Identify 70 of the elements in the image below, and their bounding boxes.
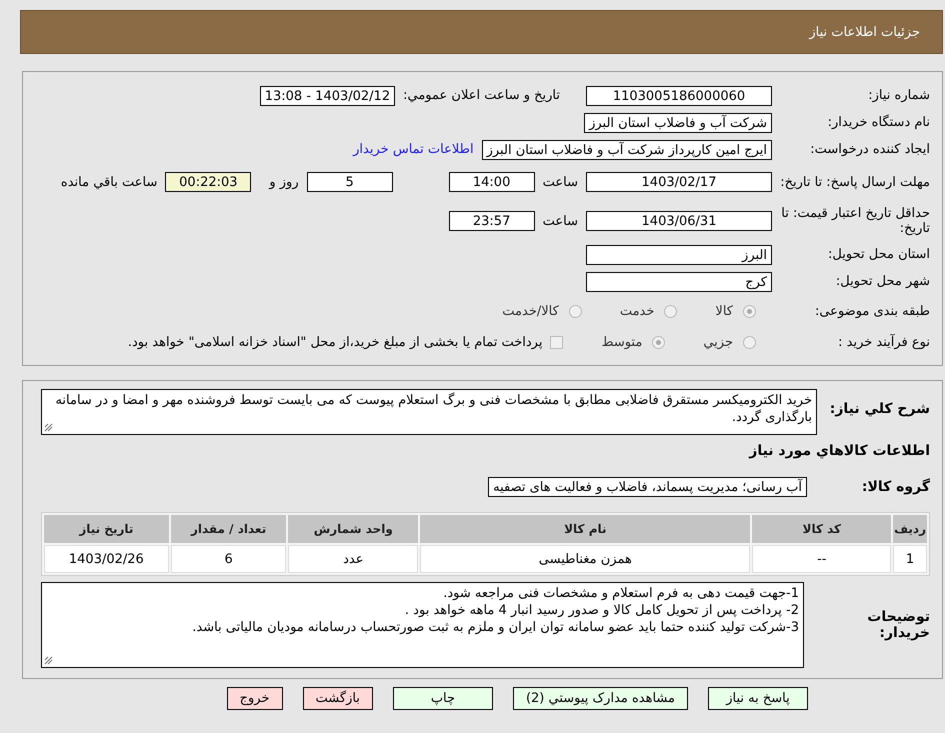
input-field: 14:00 [448, 172, 535, 192]
field-label: شماره نیاز: [867, 88, 930, 103]
note-line: 2- پرداخت پس از تحویل کامل کالا و صدور رسید انبار 4 ماهه خواهد بود . [404, 602, 799, 619]
table-cell: -- [752, 545, 892, 573]
note-line: 3-شرکت تولید کننده حتما باید عضو سامانه توان ایران و ملزم به ثبت صورتحساب درسامانه مودیان مالیاتی باشد. [191, 619, 799, 636]
field-label: ساعت [542, 174, 578, 190]
action-button[interactable]: مشاهده مدارک پیوستي (2) [512, 687, 688, 710]
radio-label: خدمت [620, 304, 654, 318]
page-title: جزئیات اطلاعات نیاز [809, 24, 920, 40]
column-header: واحد شمارش [288, 515, 418, 543]
radio-button[interactable] [743, 304, 756, 318]
table-cell: 1403/02/26 [44, 545, 169, 573]
input-field: 23:57 [448, 211, 535, 231]
field-label: مهلت ارسال پاسخ: تا تاریخ: [780, 174, 930, 190]
resize-grip-icon[interactable] [44, 423, 53, 432]
input-field: شرکت آب و فاضلاب استان البرز [584, 112, 772, 132]
input-field: آب رسانی؛ مدیریت پسماند، فاضلاب و فعالیت های تصفیه [488, 476, 807, 496]
checkbox-label: پرداخت تمام یا بخشی از مبلغ خرید،از محل "اسناد خزانه اسلامی" خواهد بود. [128, 334, 542, 350]
checkbox[interactable] [550, 336, 564, 348]
action-button[interactable]: بازگشت [302, 687, 373, 710]
radio-label: کالا/خدمت [502, 304, 559, 318]
note-line: 1-جهت قیمت دهی به فرم استعلام و مشخصات فنی مراجعه شود. [442, 585, 799, 602]
table-cell: 6 [170, 545, 286, 573]
field-label: نوع فرآیند خرید : [837, 334, 930, 350]
table-cell: همزن مغناطیسی [420, 545, 750, 573]
action-button[interactable]: چاپ [392, 687, 493, 710]
input-field: ایرج امین کارپرداز شرکت آب و فاضلاب استان البرز [482, 140, 772, 160]
field-label: تاریخ و ساعت اعلان عمومي: [403, 88, 560, 103]
resize-grip-icon[interactable] [44, 656, 53, 665]
radio-label: کالا [715, 304, 733, 318]
action-button[interactable]: پاسخ به نیاز [708, 687, 808, 710]
input-field: کرج [586, 272, 772, 292]
field-label: گروه کالا: [860, 478, 930, 494]
table-cell: عدد [288, 545, 418, 573]
buyer-contact-link[interactable]: اطلاعات تماس خریدار [353, 142, 474, 157]
column-header: ردیف [893, 515, 927, 543]
table-cell: 1 [893, 545, 927, 573]
field-label: نام دستگاه خریدار: [826, 115, 930, 130]
text-area[interactable]: خرید الکترومیکسر مستقرق فاضلابی مطابق با مشخصات فنی و برگ استعلام پیوست که می بایست توسط فروشنده مهر و امضا و در سامانه بارگذاری گردد. [41, 389, 817, 435]
field-label: توضیحات خریدار: [866, 609, 930, 641]
radio-button[interactable] [652, 336, 666, 348]
field-label: طبقه بندی موضوعی: [814, 304, 930, 318]
column-header: کد کالا [752, 515, 892, 543]
column-header: نام کالا [420, 515, 750, 543]
section-title: اطلاعات کالاهاي مورد نیاز [748, 443, 930, 459]
field-label: ساعت باقي مانده [60, 174, 158, 190]
field-label: ساعت [542, 214, 578, 228]
input-field: 1403/02/17 [586, 172, 772, 192]
column-header: تاریخ نیاز [44, 515, 169, 543]
radio-label: متوسط [601, 334, 642, 350]
radio-button[interactable] [664, 304, 678, 318]
input-field: 5 [306, 172, 393, 192]
field-label: استان محل تحویل: [827, 247, 930, 262]
field-label: شهر محل تحویل: [834, 274, 930, 289]
column-header: تعداد / مقدار [170, 515, 286, 543]
countdown-field: 00:22:03 [165, 172, 252, 192]
action-button[interactable]: خروج [226, 687, 283, 710]
radio-button[interactable] [743, 336, 756, 348]
input-field: 1103005186000060 [586, 86, 772, 106]
field-label: روز و [269, 174, 299, 190]
input-field: البرز [586, 244, 772, 264]
input-field: 1403/02/12 - 13:08 [260, 86, 396, 106]
radio-button[interactable] [568, 304, 582, 318]
text-area[interactable] [41, 582, 804, 668]
input-field: 1403/06/31 [586, 211, 772, 231]
description-text: خرید الکترومیکسر مستقرق فاضلابی مطابق با مشخصات فنی و برگ استعلام پیوست که می بایست توسط فروشنده مهر و امضا و در سامانه بارگذاری گردد. [55, 393, 812, 425]
field-label: شرح کلي نیاز: [828, 400, 930, 417]
field-label: ایجاد کننده درخواست: [809, 142, 930, 157]
radio-label: جزيي [703, 334, 733, 350]
field-label: حداقل تاریخ اعتبار قیمت: تا تاریخ: [780, 206, 930, 236]
